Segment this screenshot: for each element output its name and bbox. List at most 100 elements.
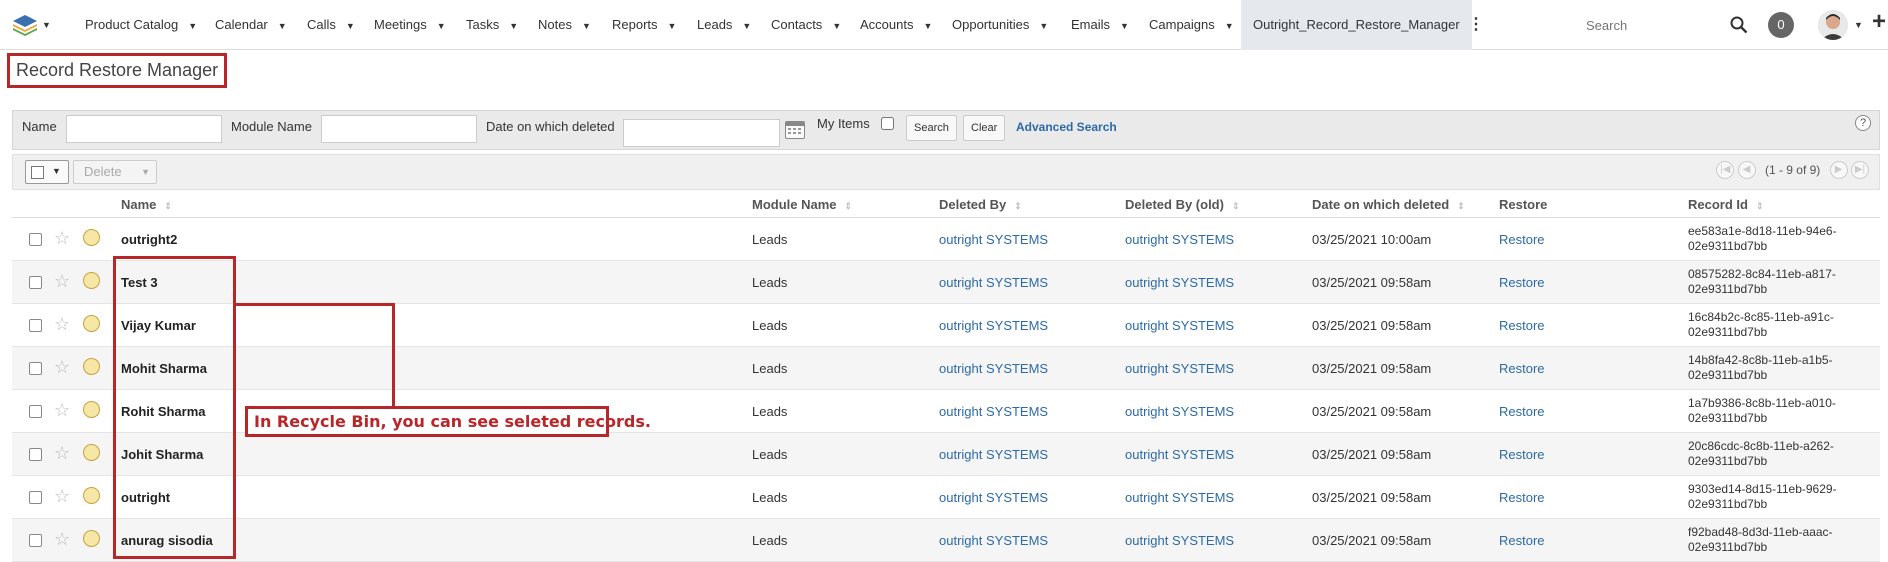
last-page-icon[interactable]: ▶|	[1851, 161, 1869, 179]
nav-item-contacts[interactable]: Contacts ▼	[771, 0, 841, 50]
notification-badge[interactable]: 0	[1768, 12, 1794, 38]
clear-button[interactable]: Clear	[963, 115, 1006, 141]
deleted-by-old-link[interactable]: outright SYSTEMS	[1125, 275, 1234, 290]
calendar-icon[interactable]	[785, 121, 805, 139]
nav-item-reports[interactable]: Reports ▼	[612, 0, 676, 50]
edit-icon[interactable]	[83, 315, 100, 332]
search-icon[interactable]	[1730, 16, 1748, 34]
deleted-by-link[interactable]: outright SYSTEMS	[939, 490, 1048, 505]
column-header-name[interactable]: Name ⇕	[121, 197, 172, 212]
search-button[interactable]: Search	[906, 115, 957, 141]
deleted-by-old-link[interactable]: outright SYSTEMS	[1125, 447, 1234, 462]
chevron-down-icon[interactable]: ▼	[42, 20, 51, 30]
edit-icon[interactable]	[83, 401, 100, 418]
deleted-by-link[interactable]: outright SYSTEMS	[939, 447, 1048, 462]
nav-item-opportunities[interactable]: Opportunities ▼	[952, 0, 1048, 50]
next-page-icon[interactable]: ▶	[1829, 161, 1848, 179]
record-id: 08575282-8c84-11eb-a817- 02e9311bd7bb	[1688, 267, 1878, 297]
module-name-field[interactable]	[321, 115, 477, 143]
row-checkbox[interactable]	[29, 319, 42, 332]
nav-item-calls[interactable]: Calls ▼	[307, 0, 355, 50]
edit-icon[interactable]	[83, 229, 100, 246]
prev-page-icon[interactable]: ◀	[1737, 161, 1756, 179]
column-header-date[interactable]: Date on which deleted ⇕	[1312, 197, 1465, 212]
star-icon[interactable]: ☆	[54, 314, 70, 335]
deleted-by-old-link[interactable]: outright SYSTEMS	[1125, 232, 1234, 247]
nav-item-campaigns[interactable]: Campaigns ▼	[1149, 0, 1234, 50]
date-field[interactable]	[623, 119, 780, 147]
star-icon[interactable]: ☆	[54, 529, 70, 550]
page-title: Record Restore Manager	[7, 53, 228, 88]
chevron-down-icon[interactable]: ▼	[1854, 20, 1863, 30]
deleted-by-link[interactable]: outright SYSTEMS	[939, 533, 1048, 548]
star-icon[interactable]: ☆	[54, 400, 70, 421]
column-header-deleted-by[interactable]: Deleted By ⇕	[939, 197, 1022, 212]
avatar[interactable]	[1818, 10, 1848, 40]
chevron-down-icon: ▼	[1224, 21, 1234, 31]
help-icon[interactable]: ?	[1855, 115, 1871, 131]
row-checkbox[interactable]	[29, 491, 42, 504]
nav-item-calendar[interactable]: Calendar ▼	[215, 0, 287, 50]
edit-icon[interactable]	[83, 272, 100, 289]
name-field[interactable]	[66, 115, 222, 143]
restore-link[interactable]: Restore	[1499, 232, 1545, 247]
star-icon[interactable]: ☆	[54, 271, 70, 292]
deleted-by-old-link[interactable]: outright SYSTEMS	[1125, 404, 1234, 419]
star-icon[interactable]: ☆	[54, 443, 70, 464]
column-header-record-id[interactable]: Record Id ⇕	[1688, 197, 1764, 212]
record-name[interactable]: outright2	[121, 232, 177, 247]
edit-icon[interactable]	[83, 530, 100, 547]
nav-item-record-restore-manager[interactable]: Outright_Record_Restore_Manager	[1241, 0, 1472, 50]
table-row: ☆ Test 3 Leads outright SYSTEMS outright…	[12, 261, 1880, 304]
nav-item-notes[interactable]: Notes ▼	[538, 0, 591, 50]
nav-item-accounts[interactable]: Accounts ▼	[860, 0, 932, 50]
row-checkbox[interactable]	[29, 448, 42, 461]
nav-item-leads[interactable]: Leads ▼	[697, 0, 751, 50]
select-all-dropdown[interactable]: ▼	[25, 160, 69, 184]
restore-link[interactable]: Restore	[1499, 361, 1545, 376]
deleted-by-link[interactable]: outright SYSTEMS	[939, 275, 1048, 290]
first-page-icon[interactable]: |◀	[1716, 161, 1735, 179]
deleted-by-old-link[interactable]: outright SYSTEMS	[1125, 533, 1234, 548]
advanced-search-link[interactable]: Advanced Search	[1016, 120, 1117, 134]
restore-link[interactable]: Restore	[1499, 533, 1545, 548]
restore-link[interactable]: Restore	[1499, 404, 1545, 419]
edit-icon[interactable]	[83, 444, 100, 461]
deleted-by-link[interactable]: outright SYSTEMS	[939, 361, 1048, 376]
restore-link[interactable]: Restore	[1499, 490, 1545, 505]
row-checkbox[interactable]	[29, 362, 42, 375]
row-checkbox[interactable]	[29, 405, 42, 418]
column-header-module[interactable]: Module Name ⇕	[752, 197, 852, 212]
app-logo-icon[interactable]	[12, 13, 38, 37]
my-items-checkbox[interactable]	[881, 117, 894, 130]
restore-link[interactable]: Restore	[1499, 275, 1545, 290]
deleted-by-old-link[interactable]: outright SYSTEMS	[1125, 490, 1234, 505]
column-header-deleted-by-old[interactable]: Deleted By (old) ⇕	[1125, 197, 1240, 212]
star-icon[interactable]: ☆	[54, 228, 70, 249]
deleted-by-old-link[interactable]: outright SYSTEMS	[1125, 361, 1234, 376]
deleted-by-link[interactable]: outright SYSTEMS	[939, 232, 1048, 247]
plus-icon[interactable]: +	[1872, 8, 1886, 36]
nav-item-meetings[interactable]: Meetings ▼	[374, 0, 446, 50]
star-icon[interactable]: ☆	[54, 357, 70, 378]
edit-icon[interactable]	[83, 358, 100, 375]
restore-link[interactable]: Restore	[1499, 318, 1545, 333]
nav-item-tasks[interactable]: Tasks ▼	[466, 0, 518, 50]
row-checkbox[interactable]	[29, 534, 42, 547]
nav-item-product-catalog[interactable]: Product Catalog ▼	[85, 0, 197, 50]
row-checkbox[interactable]	[29, 233, 42, 246]
star-icon[interactable]: ☆	[54, 486, 70, 507]
chevron-down-icon: ▼	[832, 21, 842, 31]
deleted-by-link[interactable]: outright SYSTEMS	[939, 404, 1048, 419]
record-id: f92bad48-8d3d-11eb-aaac- 02e9311bd7bb	[1688, 525, 1878, 555]
edit-icon[interactable]	[83, 487, 100, 504]
chevron-down-icon: ▼	[436, 21, 446, 31]
restore-link[interactable]: Restore	[1499, 447, 1545, 462]
row-checkbox[interactable]	[29, 276, 42, 289]
delete-button[interactable]: Delete ▼	[73, 160, 157, 184]
record-id-part: 16c84b2c-8c85-11eb-a91c-	[1688, 310, 1834, 324]
nav-item-emails[interactable]: Emails ▼	[1071, 0, 1129, 50]
deleted-by-old-link[interactable]: outright SYSTEMS	[1125, 318, 1234, 333]
deleted-by-link[interactable]: outright SYSTEMS	[939, 318, 1048, 333]
more-menu-icon[interactable]: ⋮	[1468, 0, 1484, 50]
